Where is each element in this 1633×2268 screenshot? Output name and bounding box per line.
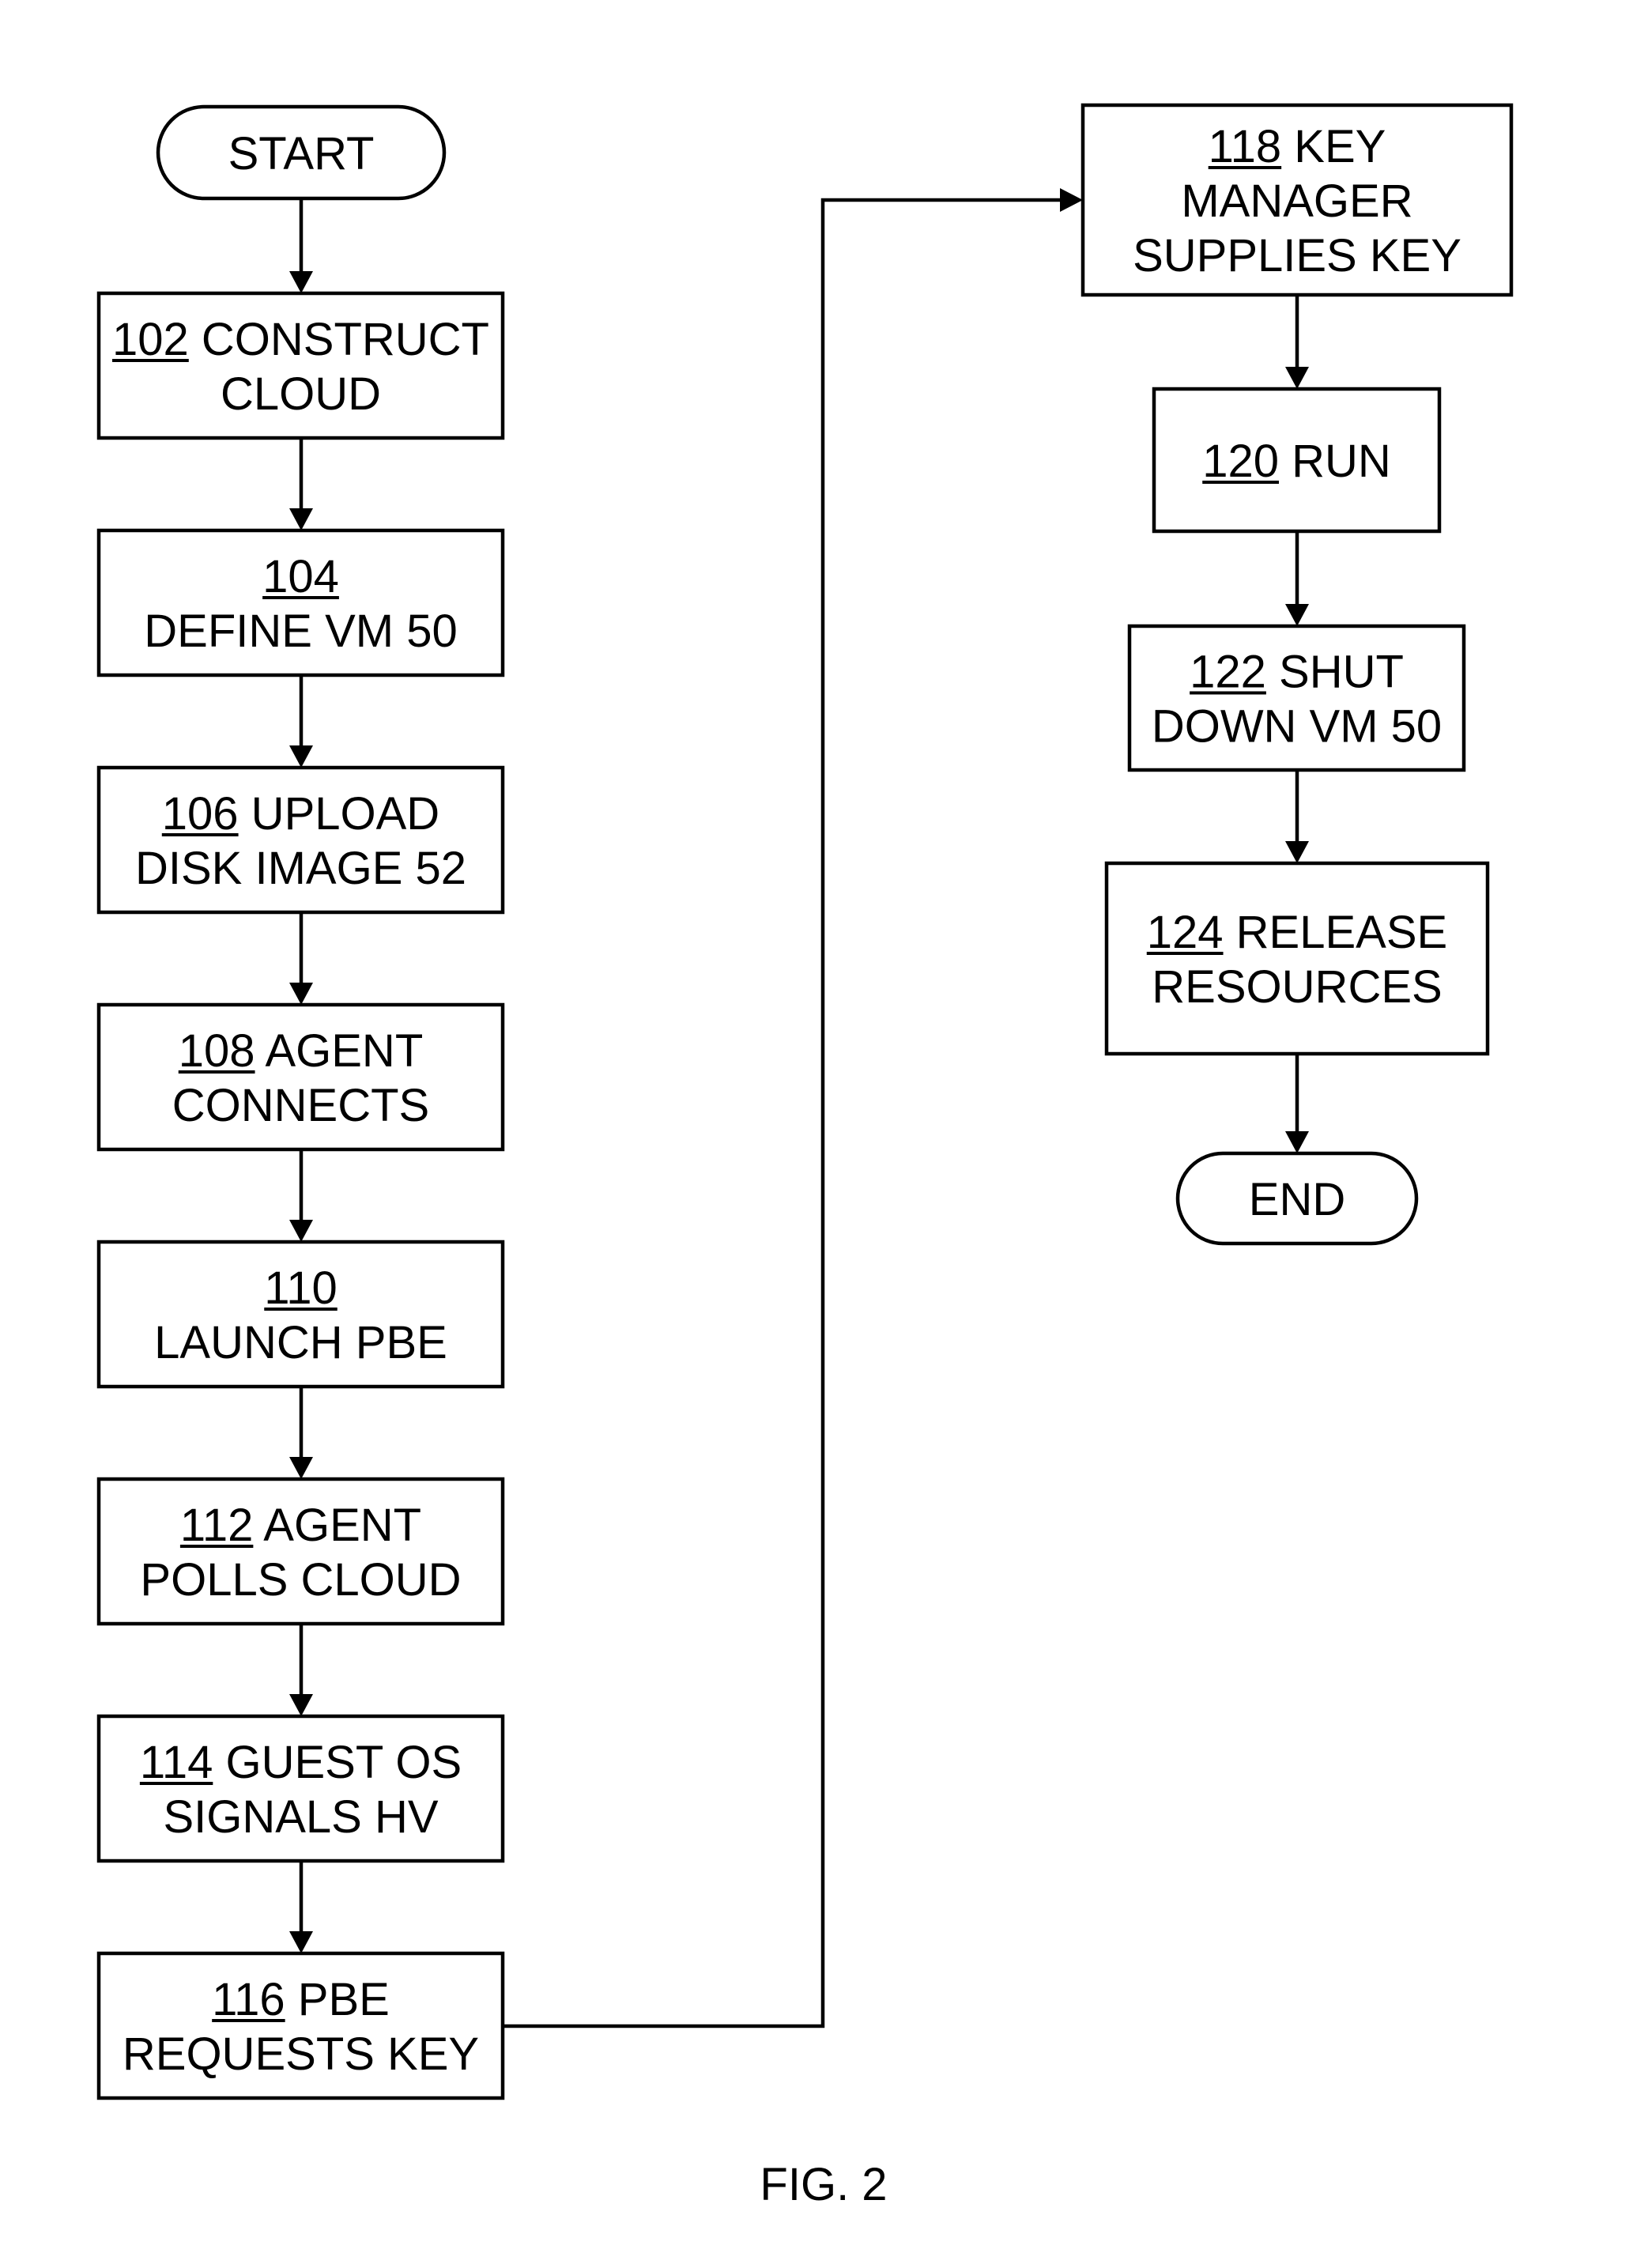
step-label-first-line: 106 UPLOAD [162, 788, 439, 840]
step-label-text: AGENT [255, 1025, 424, 1077]
step-label-text: PBE [285, 1974, 390, 2025]
step-label-first-line: 116 PBE [212, 1974, 390, 2025]
step-ref-number: 112 [180, 1500, 253, 1551]
arrowhead-icon [1285, 841, 1309, 863]
step-label-text: CONSTRUCT [189, 314, 489, 365]
step-label-line: MANAGER [1181, 175, 1412, 227]
process-box [1104, 861, 1490, 1056]
step-label-text: KEY [1281, 121, 1386, 172]
step-108: 108 AGENTCONNECTS [96, 1002, 505, 1152]
step-label-line: DEFINE VM 50 [144, 606, 457, 657]
step-label-first-line: 110 [264, 1262, 337, 1314]
step-102: 102 CONSTRUCTCLOUD [96, 291, 505, 440]
step-110: 110LAUNCH PBE [96, 1240, 505, 1389]
step-ref-number: 120 [1202, 436, 1279, 487]
arrowhead-icon [289, 508, 313, 530]
step-ref-number: 124 [1147, 907, 1224, 958]
arrowhead-icon [1285, 604, 1309, 626]
step-label-first-line: 104 [262, 551, 339, 602]
arrowhead-icon [289, 271, 313, 293]
step-112: 112 AGENTPOLLS CLOUD [96, 1477, 505, 1626]
step-label-first-line: 118 KEY [1209, 121, 1386, 172]
step-122: 122 SHUTDOWN VM 50 [1127, 624, 1466, 772]
step-label-line: SIGNALS HV [163, 1791, 438, 1843]
arrowhead-icon [289, 1457, 313, 1479]
flowchart: START END 102 CONSTRUCTCLOUD 104DEFINE VM… [96, 103, 1514, 2210]
step-label-text: UPLOAD [239, 788, 440, 840]
step-114: 114 GUEST OSSIGNALS HV [96, 1714, 505, 1863]
step-ref-number: 116 [212, 1974, 285, 2025]
step-label-first-line: 108 AGENT [179, 1025, 424, 1077]
step-label-first-line: 124 RELEASE [1147, 907, 1447, 958]
arrowhead-icon [289, 745, 313, 768]
step-label-first-line: 112 AGENT [180, 1500, 421, 1551]
step-label-line: POLLS CLOUD [140, 1554, 461, 1606]
step-ref-number: 114 [140, 1737, 213, 1788]
step-label-text: RUN [1279, 436, 1391, 487]
step-label-text: AGENT [253, 1500, 421, 1551]
step-label-line: DISK IMAGE 52 [135, 843, 466, 894]
step-106: 106 UPLOADDISK IMAGE 52 [96, 765, 505, 915]
arrowhead-icon [289, 1931, 313, 1953]
step-label-text: SHUT [1266, 647, 1404, 698]
step-label-text: RELEASE [1224, 907, 1448, 958]
step-label-line: RESOURCES [1152, 961, 1442, 1013]
arrowhead-icon [289, 983, 313, 1005]
step-label-line: LAUNCH PBE [154, 1317, 447, 1368]
step-label-line: SUPPLIES KEY [1133, 230, 1461, 281]
step-ref-number: 104 [262, 551, 339, 602]
step-120: 120 RUN [1152, 387, 1442, 534]
step-ref-number: 110 [264, 1262, 337, 1314]
step-label-first-line: 122 SHUT [1190, 647, 1404, 698]
figure-caption: FIG. 2 [760, 2159, 887, 2210]
step-ref-number: 118 [1209, 121, 1281, 172]
step-label-first-line: 102 CONSTRUCT [112, 314, 489, 365]
step-label-first-line: 120 RUN [1202, 436, 1391, 487]
step-ref-number: 106 [162, 788, 239, 840]
arrowhead-icon [1285, 367, 1309, 389]
step-ref-number: 108 [179, 1025, 255, 1077]
end-terminal: END [1175, 1151, 1419, 1246]
step-ref-number: 102 [112, 314, 189, 365]
connector-116-to-118 [500, 198, 1063, 2028]
step-label-line: CLOUD [221, 368, 381, 420]
start-label: START [228, 128, 375, 179]
end-label: END [1249, 1174, 1345, 1225]
start-terminal: START [156, 104, 447, 201]
arrowhead-icon [289, 1220, 313, 1242]
arrowhead-icon [1285, 1131, 1309, 1153]
step-124: 124 RELEASERESOURCES [1104, 861, 1490, 1056]
step-118: 118 KEYMANAGERSUPPLIES KEY [1080, 103, 1514, 297]
step-label-line: CONNECTS [172, 1080, 429, 1131]
step-label-first-line: 114 GUEST OS [140, 1737, 462, 1788]
step-label-line: DOWN VM 50 [1152, 701, 1442, 753]
step-label-text: GUEST OS [213, 1737, 462, 1788]
arrowhead-icon [1060, 188, 1083, 212]
arrowhead-icon [289, 1694, 313, 1716]
flowchart-nodes: START END 102 CONSTRUCTCLOUD 104DEFINE VM… [96, 103, 1514, 2100]
step-ref-number: 122 [1190, 647, 1266, 698]
step-104: 104DEFINE VM 50 [96, 528, 505, 677]
step-116: 116 PBEREQUESTS KEY [96, 1951, 505, 2100]
step-label-line: REQUESTS KEY [123, 2028, 479, 2080]
